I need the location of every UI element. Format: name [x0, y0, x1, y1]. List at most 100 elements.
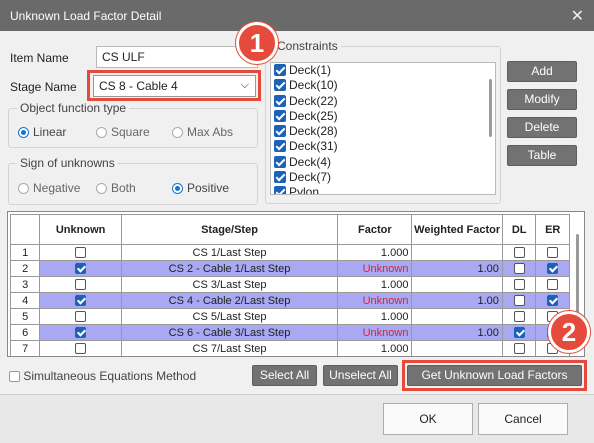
unknown-checkbox[interactable] [75, 263, 87, 275]
unknown-checkbox[interactable] [75, 247, 87, 259]
dl-cell[interactable] [501, 324, 537, 341]
modify-button[interactable]: Modify [507, 89, 577, 110]
add-button[interactable]: Add [507, 61, 577, 82]
dl-checkbox[interactable] [513, 311, 525, 323]
unknown-cell[interactable] [39, 324, 122, 341]
er-cell[interactable] [535, 260, 570, 277]
checkbox-icon[interactable] [274, 186, 286, 194]
stage-step-cell: CS 6 - Cable 3/Last Step [120, 324, 339, 341]
close-icon[interactable]: ✕ [571, 6, 584, 26]
dl-checkbox[interactable] [513, 327, 525, 339]
factor-cell[interactable]: 1.000 [337, 276, 413, 293]
weighted-factor-cell[interactable] [411, 244, 503, 261]
checkbox-icon[interactable] [274, 64, 286, 76]
weighted-factor-cell[interactable]: 1.00 [411, 260, 503, 277]
unknown-checkbox[interactable] [75, 279, 87, 291]
unknown-cell[interactable] [39, 292, 122, 309]
scrollbar-thumb[interactable] [489, 79, 492, 137]
radio-max-abs[interactable]: Max Abs [172, 125, 233, 139]
unknown-checkbox[interactable] [75, 343, 87, 355]
er-cell[interactable] [535, 244, 570, 261]
list-item[interactable]: Deck(7) [271, 170, 495, 185]
radio-both[interactable]: Both [96, 181, 136, 195]
checkbox-icon[interactable] [274, 125, 286, 138]
checkbox-icon[interactable] [9, 371, 20, 383]
weighted-factor-cell[interactable]: 1.00 [411, 324, 503, 341]
dl-cell[interactable] [501, 276, 537, 293]
dl-cell[interactable] [501, 260, 537, 277]
weighted-factor-cell[interactable] [411, 308, 503, 325]
er-cell[interactable] [535, 276, 570, 293]
factor-cell[interactable]: 1.000 [337, 308, 413, 325]
select-all-button[interactable]: Select All [252, 365, 317, 386]
list-item[interactable]: Deck(22) [271, 94, 495, 109]
dl-checkbox[interactable] [513, 279, 525, 291]
factor-cell[interactable]: Unknown [337, 324, 413, 341]
dl-checkbox[interactable] [513, 343, 525, 355]
factor-cell[interactable]: 1.000 [337, 340, 413, 356]
dl-cell[interactable] [501, 292, 537, 309]
list-item[interactable]: Deck(4) [271, 155, 495, 170]
table-row[interactable]: 1 CS 1/Last Step 1.000 [9, 244, 570, 261]
unselect-all-button[interactable]: Unselect All [323, 365, 398, 386]
unknown-cell[interactable] [39, 340, 122, 356]
factor-cell[interactable]: 1.000 [337, 244, 413, 261]
checkbox-icon[interactable] [274, 171, 286, 184]
weighted-factor-cell[interactable] [411, 276, 503, 293]
table-row[interactable]: 3 CS 3/Last Step 1.000 [9, 276, 570, 293]
delete-button[interactable]: Delete [507, 117, 577, 138]
table-row[interactable]: 4 CS 4 - Cable 2/Last Step Unknown 1.00 [9, 292, 570, 309]
list-item[interactable]: Deck(1) [271, 63, 495, 78]
list-item[interactable]: Deck(31) [271, 139, 495, 154]
table-row[interactable]: 2 CS 2 - Cable 1/Last Step Unknown 1.00 [9, 260, 570, 277]
checkbox-icon[interactable] [274, 140, 286, 153]
checkbox-icon[interactable] [274, 155, 286, 168]
list-item[interactable]: Deck(28) [271, 124, 495, 139]
table-row[interactable]: 7 CS 7/Last Step 1.000 [9, 340, 570, 356]
list-item[interactable]: Deck(25) [271, 109, 495, 124]
constraints-scrollbar[interactable] [485, 63, 495, 194]
er-cell[interactable] [535, 292, 570, 309]
radio-linear[interactable]: Linear [18, 125, 66, 139]
checkbox-icon[interactable] [274, 109, 286, 122]
dl-checkbox[interactable] [513, 295, 525, 307]
unknown-checkbox[interactable] [75, 327, 87, 339]
dl-cell[interactable] [501, 244, 537, 261]
table-row[interactable]: 5 CS 5/Last Step 1.000 [9, 308, 570, 325]
radio-negative[interactable]: Negative [18, 181, 80, 195]
row-number: 1 [9, 244, 41, 261]
row-number: 3 [9, 276, 41, 293]
checkbox-icon[interactable] [274, 94, 286, 107]
er-checkbox[interactable] [547, 263, 559, 275]
unknown-checkbox[interactable] [75, 295, 87, 307]
constraints-list[interactable]: Deck(1) Deck(10) Deck(22) Deck(25) Deck(… [270, 62, 496, 195]
list-item[interactable]: Deck(10) [271, 78, 495, 93]
dl-cell[interactable] [501, 308, 537, 325]
radio-positive[interactable]: Positive [172, 181, 229, 195]
table-header-row: Unknown Stage/Step Factor Weighted Facto… [9, 214, 570, 245]
radio-square[interactable]: Square [96, 125, 150, 139]
dl-checkbox[interactable] [513, 247, 525, 259]
unknown-cell[interactable] [39, 276, 122, 293]
item-name-input[interactable]: CS ULF [96, 46, 258, 68]
list-item[interactable]: Pylon [271, 185, 495, 194]
checkbox-icon[interactable] [274, 79, 286, 92]
cancel-button[interactable]: Cancel [478, 403, 568, 435]
weighted-factor-cell[interactable] [411, 340, 503, 356]
simultaneous-checkbox[interactable]: Simultaneous Equations Method [9, 369, 196, 383]
unknown-cell[interactable] [39, 308, 122, 325]
er-checkbox[interactable] [547, 295, 559, 307]
unknown-cell[interactable] [39, 260, 122, 277]
er-checkbox[interactable] [547, 247, 559, 259]
table-button[interactable]: Table [507, 145, 577, 166]
factor-cell[interactable]: Unknown [337, 292, 413, 309]
er-checkbox[interactable] [547, 279, 559, 291]
dl-checkbox[interactable] [513, 263, 525, 275]
dl-cell[interactable] [501, 340, 537, 356]
factor-cell[interactable]: Unknown [337, 260, 413, 277]
weighted-factor-cell[interactable]: 1.00 [411, 292, 503, 309]
unknown-cell[interactable] [39, 244, 122, 261]
table-row[interactable]: 6 CS 6 - Cable 3/Last Step Unknown 1.00 [9, 324, 570, 341]
unknown-checkbox[interactable] [75, 311, 87, 323]
ok-button[interactable]: OK [383, 403, 473, 435]
